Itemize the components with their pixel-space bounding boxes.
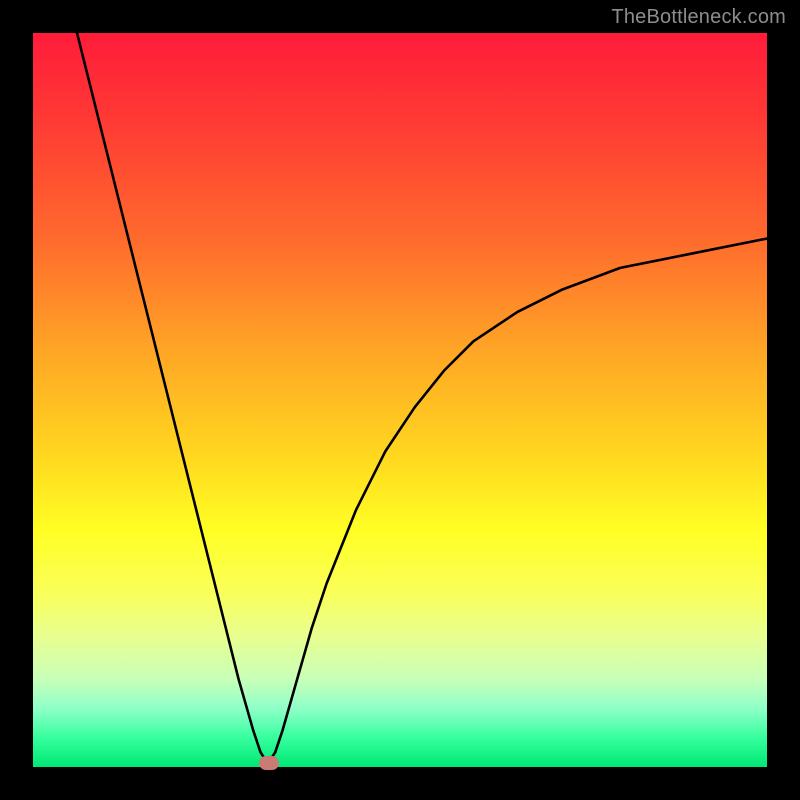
bottleneck-curve xyxy=(77,33,767,763)
plot-area xyxy=(33,33,767,767)
curve-svg xyxy=(33,33,767,767)
optimal-marker xyxy=(259,756,279,770)
watermark-text: TheBottleneck.com xyxy=(611,6,786,29)
chart-stage: TheBottleneck.com xyxy=(0,0,800,800)
